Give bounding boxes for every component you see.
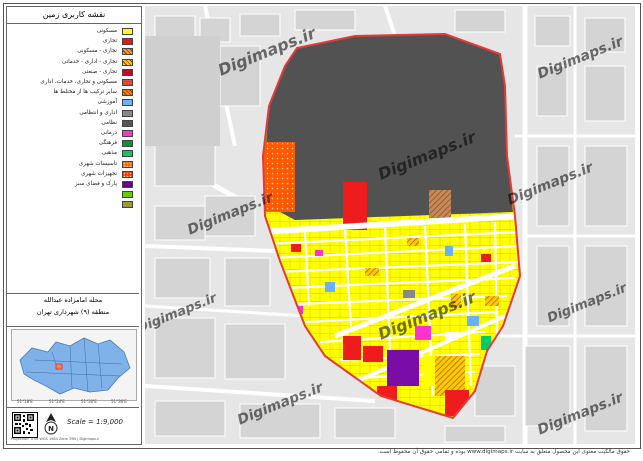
scale-label: Scale = 1:9,000 [67,418,123,426]
legend-item: اداری و انتظامی [7,109,139,119]
legend-swatch [122,79,133,86]
legend-label: مسکونی [96,28,117,34]
district-municipality: منطقه (۹) شهرداری تهران [36,308,110,316]
legend-swatch [122,191,133,199]
legend-label: نظامی [101,119,117,126]
legend-swatch [122,181,133,188]
legend-swatch [122,109,133,117]
legend-label: تجاری - مسکونی [77,48,117,55]
legend-item [7,200,139,210]
legend-label: تاسیسات شهری [78,160,117,167]
legend-swatch [122,28,133,35]
inset-ticks: 51°18'E 51°24'E 51°30'E 51°36'E [17,399,127,404]
svg-text:N: N [48,425,54,433]
legend-footer-box: N Scale = 1:9,000 Projection: UTM WGS 19… [7,407,139,444]
legend-title: نقشه کاربری زمین [7,7,141,24]
legend-swatch [122,160,133,168]
legend-item: تجاری [7,37,139,47]
legend-item: درمانی [7,129,139,139]
legend-label: اداری و انتظامی [79,109,117,116]
projection-note: Projection: UTM WGS 1984 Zone 39N | Digi… [11,437,100,441]
legend-item: تاسیسات شهری [7,160,139,170]
legend-item [7,190,139,200]
legend-item: پارک و فضای سبز [7,180,139,190]
legend-swatch [122,38,133,46]
district-info: محله امامزاده عبدالله منطقه (۹) شهرداری … [7,293,139,327]
legend-panel: نقشه کاربری زمین مسکونی تجاری تجاری - مسکو… [6,6,142,445]
legend-swatch [122,119,133,127]
legend-label: آموزشی [97,99,118,106]
legend-label: درمانی [100,130,117,136]
military-zone [265,34,513,220]
locator-inset-map [11,329,137,401]
legend-label: تجهیزات شهری [81,170,117,177]
legend-item: مذهبی [7,149,139,159]
legend-label: سایر ترکیب ها از مختلط ها [53,89,117,96]
district-neighborhood: محله امامزاده عبدالله [43,296,103,304]
legend-item: مسکونی و تجاری، خدمات، اداری [7,78,139,88]
legend-item: آموزشی [7,98,139,108]
legend-label: فرهنگی [98,140,117,147]
legend-item: تجاری - صنعتی [7,68,139,78]
mixed-use-block [429,190,451,218]
legend-item: سایر ترکیب ها از مختلط ها [7,88,139,98]
legend-swatch [122,201,133,209]
north-arrow-icon: N [43,412,59,436]
legend-item: نظامی [7,119,139,129]
copyright-footer: حقوق مالکیت معنوی این محصول متعلق به سای… [377,449,630,455]
legend-label: مذهبی [101,150,117,157]
legend-swatch [122,170,133,178]
legend-swatch [122,130,133,137]
legend-label: تجاری - صنعتی [81,68,117,75]
land-use-map[interactable]: Digimaps.ir Digimaps.ir Digimaps.ir Digi… [145,6,635,444]
legend-label: تجاری - اداری - خدماتی [61,58,117,65]
legend-swatch [122,140,133,148]
legend-swatch [122,58,133,66]
legend-item: تجاری - اداری - خدماتی [7,58,139,68]
legend-item: تجاری - مسکونی [7,47,139,57]
legend-label: تجاری [103,38,117,45]
legend-item: فرهنگی [7,139,139,149]
legend-swatch [122,89,133,97]
legend-swatch [122,150,133,158]
legend-swatch [122,68,133,76]
legend-swatch [122,48,133,56]
legend-item: مسکونی [7,27,139,37]
legend-label: مسکونی و تجاری، خدمات، اداری [40,79,117,85]
park-block [387,350,419,386]
legend-swatch [122,99,133,107]
qr-code-icon [12,412,38,438]
legend-item: تجهیزات شهری [7,170,139,180]
legend-label: پارک و فضای سبز [74,181,117,187]
